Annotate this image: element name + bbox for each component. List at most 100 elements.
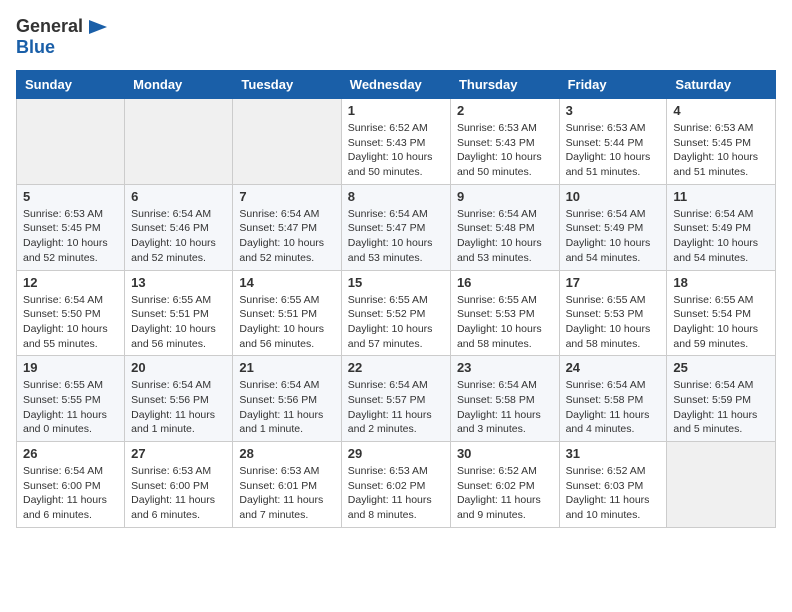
calendar-cell: 13 Sunrise: 6:55 AM Sunset: 5:51 PM Dayli… <box>125 270 233 356</box>
day-info: Sunrise: 6:54 AM Sunset: 5:59 PM Dayligh… <box>673 378 769 437</box>
day-info: Sunrise: 6:54 AM Sunset: 5:46 PM Dayligh… <box>131 207 226 266</box>
calendar-cell: 25 Sunrise: 6:54 AM Sunset: 5:59 PM Dayli… <box>667 356 776 442</box>
day-number: 15 <box>348 275 444 290</box>
day-info: Sunrise: 6:54 AM Sunset: 5:58 PM Dayligh… <box>566 378 661 437</box>
day-info: Sunrise: 6:53 AM Sunset: 6:01 PM Dayligh… <box>239 464 334 523</box>
day-number: 14 <box>239 275 334 290</box>
day-info: Sunrise: 6:53 AM Sunset: 6:02 PM Dayligh… <box>348 464 444 523</box>
calendar-cell: 15 Sunrise: 6:55 AM Sunset: 5:52 PM Dayli… <box>341 270 450 356</box>
day-of-week-header: Friday <box>559 71 667 99</box>
calendar-cell: 26 Sunrise: 6:54 AM Sunset: 6:00 PM Dayli… <box>17 442 125 528</box>
day-number: 20 <box>131 360 226 375</box>
calendar-cell: 18 Sunrise: 6:55 AM Sunset: 5:54 PM Dayli… <box>667 270 776 356</box>
day-number: 7 <box>239 189 334 204</box>
day-info: Sunrise: 6:54 AM Sunset: 5:50 PM Dayligh… <box>23 293 118 352</box>
day-of-week-header: Saturday <box>667 71 776 99</box>
calendar-cell: 8 Sunrise: 6:54 AM Sunset: 5:47 PM Daylig… <box>341 184 450 270</box>
day-info: Sunrise: 6:54 AM Sunset: 5:58 PM Dayligh… <box>457 378 553 437</box>
day-of-week-header: Monday <box>125 71 233 99</box>
day-info: Sunrise: 6:54 AM Sunset: 6:00 PM Dayligh… <box>23 464 118 523</box>
calendar-cell: 22Sunrise: 6:54 AM Sunset: 5:57 PM Dayli… <box>341 356 450 442</box>
day-number: 9 <box>457 189 553 204</box>
day-info: Sunrise: 6:55 AM Sunset: 5:54 PM Dayligh… <box>673 293 769 352</box>
day-of-week-header: Tuesday <box>233 71 341 99</box>
calendar-cell: 7 Sunrise: 6:54 AM Sunset: 5:47 PM Daylig… <box>233 184 341 270</box>
calendar-cell <box>17 99 125 185</box>
calendar-cell: 2 Sunrise: 6:53 AM Sunset: 5:43 PM Daylig… <box>450 99 559 185</box>
logo-flag-icon <box>87 18 109 36</box>
calendar-cell: 9 Sunrise: 6:54 AM Sunset: 5:48 PM Daylig… <box>450 184 559 270</box>
calendar-cell: 23 Sunrise: 6:54 AM Sunset: 5:58 PM Dayli… <box>450 356 559 442</box>
day-of-week-header: Thursday <box>450 71 559 99</box>
day-number: 17 <box>566 275 661 290</box>
day-number: 26 <box>23 446 118 461</box>
day-of-week-header: Sunday <box>17 71 125 99</box>
day-number: 27 <box>131 446 226 461</box>
day-info: Sunrise: 6:53 AM Sunset: 5:43 PM Dayligh… <box>457 121 553 180</box>
day-number: 13 <box>131 275 226 290</box>
day-info: Sunrise: 6:53 AM Sunset: 5:45 PM Dayligh… <box>673 121 769 180</box>
day-info: Sunrise: 6:54 AM Sunset: 5:48 PM Dayligh… <box>457 207 553 266</box>
calendar-header-row: SundayMondayTuesdayWednesdayThursdayFrid… <box>17 71 776 99</box>
calendar-cell <box>233 99 341 185</box>
calendar-week-row: 12 Sunrise: 6:54 AM Sunset: 5:50 PM Dayli… <box>17 270 776 356</box>
day-number: 31 <box>566 446 661 461</box>
logo: General Blue <box>16 16 109 58</box>
day-of-week-header: Wednesday <box>341 71 450 99</box>
calendar-cell: 20 Sunrise: 6:54 AM Sunset: 5:56 PM Dayli… <box>125 356 233 442</box>
page-header: General Blue <box>16 16 776 58</box>
calendar-cell <box>125 99 233 185</box>
day-info: Sunrise: 6:54 AM Sunset: 5:49 PM Dayligh… <box>673 207 769 266</box>
day-info: Sunrise: 6:54 AM Sunset: 5:57 PM Dayligh… <box>348 378 444 437</box>
day-number: 25 <box>673 360 769 375</box>
day-number: 24 <box>566 360 661 375</box>
day-number: 8 <box>348 189 444 204</box>
calendar-week-row: 19 Sunrise: 6:55 AM Sunset: 5:55 PM Dayli… <box>17 356 776 442</box>
day-info: Sunrise: 6:55 AM Sunset: 5:51 PM Dayligh… <box>239 293 334 352</box>
calendar-cell: 5 Sunrise: 6:53 AM Sunset: 5:45 PM Daylig… <box>17 184 125 270</box>
day-number: 16 <box>457 275 553 290</box>
day-number: 30 <box>457 446 553 461</box>
day-info: Sunrise: 6:53 AM Sunset: 5:44 PM Dayligh… <box>566 121 661 180</box>
calendar-week-row: 1Sunrise: 6:52 AM Sunset: 5:43 PM Daylig… <box>17 99 776 185</box>
day-number: 3 <box>566 103 661 118</box>
logo-blue-text: Blue <box>16 37 55 57</box>
calendar-cell: 6 Sunrise: 6:54 AM Sunset: 5:46 PM Daylig… <box>125 184 233 270</box>
day-info: Sunrise: 6:52 AM Sunset: 6:03 PM Dayligh… <box>566 464 661 523</box>
day-number: 2 <box>457 103 553 118</box>
day-number: 28 <box>239 446 334 461</box>
day-number: 23 <box>457 360 553 375</box>
calendar-cell <box>667 442 776 528</box>
day-number: 21 <box>239 360 334 375</box>
calendar-cell: 4 Sunrise: 6:53 AM Sunset: 5:45 PM Daylig… <box>667 99 776 185</box>
day-number: 4 <box>673 103 769 118</box>
day-info: Sunrise: 6:53 AM Sunset: 5:45 PM Dayligh… <box>23 207 118 266</box>
day-number: 12 <box>23 275 118 290</box>
day-info: Sunrise: 6:54 AM Sunset: 5:56 PM Dayligh… <box>131 378 226 437</box>
day-info: Sunrise: 6:52 AM Sunset: 6:02 PM Dayligh… <box>457 464 553 523</box>
day-info: Sunrise: 6:55 AM Sunset: 5:53 PM Dayligh… <box>566 293 661 352</box>
day-number: 6 <box>131 189 226 204</box>
day-info: Sunrise: 6:55 AM Sunset: 5:52 PM Dayligh… <box>348 293 444 352</box>
day-info: Sunrise: 6:54 AM Sunset: 5:49 PM Dayligh… <box>566 207 661 266</box>
calendar-cell: 10Sunrise: 6:54 AM Sunset: 5:49 PM Dayli… <box>559 184 667 270</box>
calendar-cell: 12 Sunrise: 6:54 AM Sunset: 5:50 PM Dayli… <box>17 270 125 356</box>
day-number: 11 <box>673 189 769 204</box>
day-info: Sunrise: 6:52 AM Sunset: 5:43 PM Dayligh… <box>348 121 444 180</box>
day-info: Sunrise: 6:55 AM Sunset: 5:55 PM Dayligh… <box>23 378 118 437</box>
calendar-table: SundayMondayTuesdayWednesdayThursdayFrid… <box>16 70 776 528</box>
calendar-cell: 24 Sunrise: 6:54 AM Sunset: 5:58 PM Dayli… <box>559 356 667 442</box>
day-number: 18 <box>673 275 769 290</box>
day-number: 19 <box>23 360 118 375</box>
day-info: Sunrise: 6:54 AM Sunset: 5:47 PM Dayligh… <box>239 207 334 266</box>
calendar-cell: 21Sunrise: 6:54 AM Sunset: 5:56 PM Dayli… <box>233 356 341 442</box>
calendar-cell: 1Sunrise: 6:52 AM Sunset: 5:43 PM Daylig… <box>341 99 450 185</box>
day-info: Sunrise: 6:54 AM Sunset: 5:47 PM Dayligh… <box>348 207 444 266</box>
day-info: Sunrise: 6:55 AM Sunset: 5:51 PM Dayligh… <box>131 293 226 352</box>
calendar-cell: 27Sunrise: 6:53 AM Sunset: 6:00 PM Dayli… <box>125 442 233 528</box>
calendar-cell: 31 Sunrise: 6:52 AM Sunset: 6:03 PM Dayli… <box>559 442 667 528</box>
day-number: 5 <box>23 189 118 204</box>
calendar-cell: 19 Sunrise: 6:55 AM Sunset: 5:55 PM Dayli… <box>17 356 125 442</box>
calendar-cell: 28 Sunrise: 6:53 AM Sunset: 6:01 PM Dayli… <box>233 442 341 528</box>
calendar-cell: 17 Sunrise: 6:55 AM Sunset: 5:53 PM Dayli… <box>559 270 667 356</box>
